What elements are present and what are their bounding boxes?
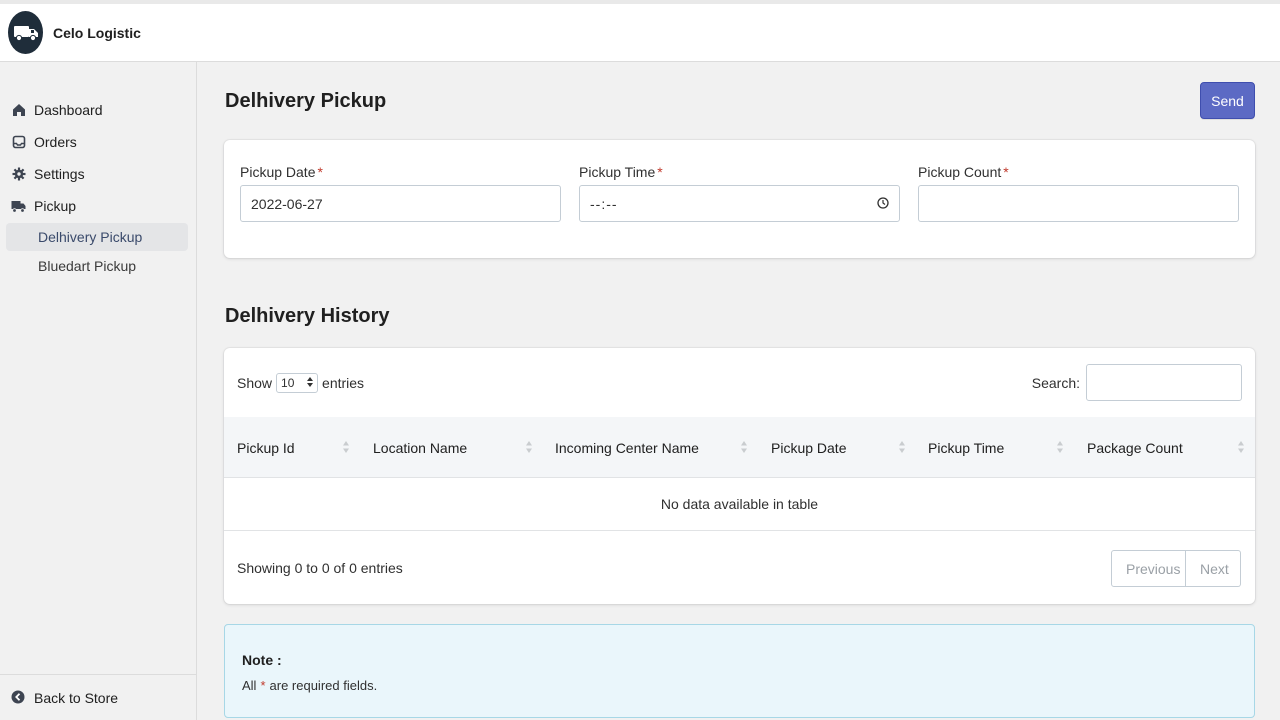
pickup-time-input[interactable]: --:-- xyxy=(579,185,900,222)
note-title: Note : xyxy=(242,652,282,668)
entries-length-select[interactable]: 10 xyxy=(276,373,319,393)
truck-logo-icon xyxy=(8,11,43,54)
sidebar-item-settings[interactable]: Settings xyxy=(0,158,196,190)
table-header: Pickup Id Location Name Incoming Center … xyxy=(224,417,1255,478)
pagination: Previous Next xyxy=(1111,550,1241,587)
pickup-date-input[interactable]: 2022-06-27 xyxy=(240,185,561,222)
column-pickup-time[interactable]: Pickup Time xyxy=(928,417,1004,478)
sidebar-item-pickup[interactable]: Pickup xyxy=(0,190,196,222)
sort-icon xyxy=(740,439,748,455)
pickup-count-label: Pickup Count * xyxy=(918,164,1009,180)
send-button[interactable]: Send xyxy=(1200,82,1255,119)
sort-icon xyxy=(342,439,350,455)
page-title: Delhivery Pickup xyxy=(225,90,387,112)
required-mark: * xyxy=(657,164,663,180)
pickup-form-card: Pickup Date * 2022-06-27 Pickup Time * --:… xyxy=(224,140,1255,258)
column-pickup-date[interactable]: Pickup Date xyxy=(771,417,846,478)
home-icon xyxy=(11,103,26,118)
sidebar-subitem-delhivery-pickup[interactable]: Delhivery Pickup xyxy=(6,223,188,251)
sidebar-nav: Dashboard Orders Settings Pickup Delhive… xyxy=(0,62,196,280)
clock-icon[interactable] xyxy=(877,196,889,212)
main-content: Delhivery Pickup Send Pickup Date * 2022-… xyxy=(197,62,1280,720)
arrow-left-circle-icon xyxy=(11,690,26,705)
pickup-time-label: Pickup Time * xyxy=(579,164,663,180)
sidebar-subitem-label: Delhivery Pickup xyxy=(38,229,143,245)
sidebar-item-orders[interactable]: Orders xyxy=(0,126,196,158)
back-to-store-label: Back to Store xyxy=(34,689,119,706)
sort-icon xyxy=(1056,439,1064,455)
history-table-card: Show 10 entries Search: Pickup Id Locati… xyxy=(224,348,1255,604)
note-text: All * are required fields. xyxy=(242,678,378,693)
required-mark: * xyxy=(260,678,266,693)
required-mark: * xyxy=(1003,164,1009,180)
pickup-count-field: Pickup Count * xyxy=(918,164,1239,222)
sidebar-item-label: Pickup xyxy=(34,198,77,214)
back-to-store-link[interactable]: Back to Store xyxy=(0,674,196,720)
sidebar-item-label: Dashboard xyxy=(34,102,103,118)
sort-updown-icon xyxy=(307,376,314,390)
column-location-name[interactable]: Location Name xyxy=(373,417,467,478)
sidebar-subitem-bluedart-pickup[interactable]: Bluedart Pickup xyxy=(6,252,188,280)
entries-length-control: Show 10 entries xyxy=(237,373,365,393)
table-empty-row: No data available in table xyxy=(224,478,1255,531)
sort-icon xyxy=(898,439,906,455)
pickup-date-field: Pickup Date * 2022-06-27 xyxy=(240,164,561,222)
sidebar-item-label: Settings xyxy=(34,166,85,182)
table-info: Showing 0 to 0 of 0 entries xyxy=(237,560,403,576)
history-title: Delhivery History xyxy=(225,305,390,327)
app-name: Celo Logistic xyxy=(53,24,141,41)
search-label: Search: xyxy=(1031,374,1080,391)
sidebar-subitem-label: Bluedart Pickup xyxy=(38,258,137,274)
sort-icon xyxy=(525,439,533,455)
previous-page-button[interactable]: Previous xyxy=(1111,550,1186,587)
gear-icon xyxy=(11,167,26,182)
sidebar: Dashboard Orders Settings Pickup Delhive… xyxy=(0,62,197,720)
pickup-time-field: Pickup Time * --:-- xyxy=(579,164,900,222)
column-incoming-center-name[interactable]: Incoming Center Name xyxy=(555,417,699,478)
note-box: Note : All * are required fields. xyxy=(224,624,1255,718)
sidebar-item-dashboard[interactable]: Dashboard xyxy=(0,94,196,126)
inbox-icon xyxy=(11,135,26,150)
table-search: Search: xyxy=(1032,364,1242,401)
required-mark: * xyxy=(317,164,323,180)
column-package-count[interactable]: Package Count xyxy=(1087,417,1183,478)
column-pickup-id[interactable]: Pickup Id xyxy=(237,417,295,478)
sidebar-item-label: Orders xyxy=(34,134,77,150)
top-bar: Celo Logistic xyxy=(0,0,1280,62)
next-page-button[interactable]: Next xyxy=(1186,550,1241,587)
pickup-count-input[interactable] xyxy=(918,185,1239,222)
sort-icon xyxy=(1237,439,1245,455)
pickup-date-label: Pickup Date * xyxy=(240,164,323,180)
truck-icon xyxy=(11,199,26,214)
search-input[interactable] xyxy=(1086,364,1242,401)
